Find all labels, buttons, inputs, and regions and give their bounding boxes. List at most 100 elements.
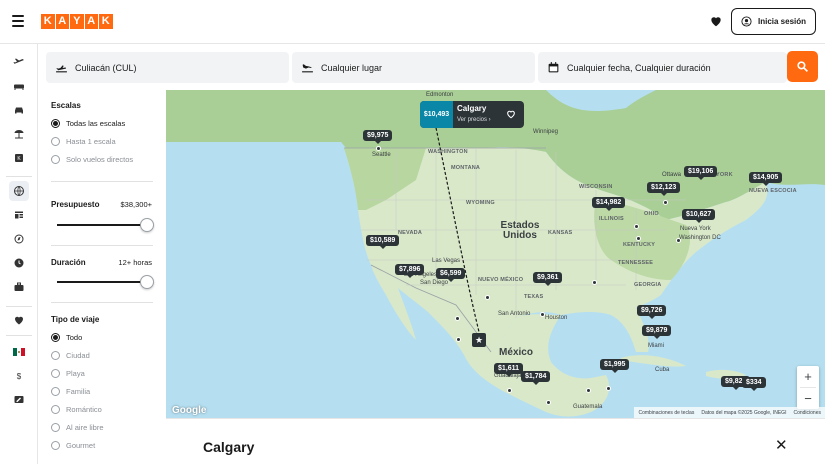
keyboard-shortcuts-link[interactable]: Combinaciones de teclas <box>638 410 694 416</box>
trip-type-option[interactable]: Romántico <box>51 405 102 414</box>
dates-field[interactable]: Cualquier fecha, Cualquier duración <box>538 52 787 83</box>
favorites-nav[interactable] <box>9 310 29 330</box>
feedback-nav[interactable] <box>9 390 29 410</box>
destination-dot[interactable] <box>636 236 641 241</box>
price-pin[interactable]: $9,361 <box>533 272 563 286</box>
trip-type-option[interactable]: Ciudad <box>51 351 90 360</box>
price-alerts-nav[interactable] <box>9 229 29 249</box>
zoom-in-button[interactable]: + <box>797 366 819 387</box>
heart-outline-icon[interactable] <box>506 109 516 119</box>
menu-icon[interactable] <box>12 15 24 27</box>
heart-icon[interactable] <box>709 14 723 28</box>
search-button[interactable] <box>787 51 818 82</box>
destination-dot[interactable] <box>606 386 611 391</box>
business-nav[interactable] <box>9 277 29 297</box>
destination-dot[interactable] <box>663 200 668 205</box>
duration-slider-track[interactable] <box>57 281 147 283</box>
packages-nav[interactable] <box>9 124 29 144</box>
destination-dot[interactable] <box>376 146 381 151</box>
price-pin[interactable]: $1,611 <box>494 363 524 377</box>
city-label: San Antonio <box>498 311 531 317</box>
price-pin[interactable]: $12,123 <box>647 182 681 196</box>
stops-option[interactable]: Hasta 1 escala <box>51 137 116 146</box>
car-rental-nav[interactable] <box>9 100 29 120</box>
flights-nav[interactable] <box>9 52 29 72</box>
top-bar: K A Y A K Inicia sesión <box>0 0 825 44</box>
budget-slider-track[interactable] <box>57 224 147 226</box>
price-pin[interactable]: $9,726 <box>637 305 667 319</box>
dates-value: Cualquier fecha, Cualquier duración <box>567 62 711 73</box>
explore-icon <box>14 234 24 244</box>
city-label: Miami <box>648 343 664 349</box>
destination-dot[interactable] <box>546 400 551 405</box>
destination-field[interactable]: Cualquier lugar <box>292 52 535 83</box>
origin-star-marker[interactable]: ★ <box>472 333 486 347</box>
logo-letter: Y <box>70 14 84 29</box>
trip-type-option[interactable]: Al aire libre <box>51 423 104 432</box>
destination-dot[interactable] <box>592 280 597 285</box>
city-label: Ottawa <box>662 172 682 178</box>
trip-type-option[interactable]: Familia <box>51 387 90 396</box>
price-pin[interactable]: $10,627 <box>682 209 716 223</box>
price-pin[interactable]: $14,982 <box>592 197 626 211</box>
history-nav[interactable] <box>9 253 29 273</box>
hotel-icon: K <box>15 154 23 162</box>
duration-value: 12+ horas <box>118 258 152 267</box>
destination-dot[interactable] <box>485 295 490 300</box>
close-icon[interactable]: ✕ <box>775 436 788 454</box>
user-icon <box>741 16 752 27</box>
price-pin[interactable]: $6,599 <box>436 268 466 282</box>
list-icon <box>15 211 23 219</box>
price-pin[interactable]: $14,905 <box>749 172 783 186</box>
takeoff-icon <box>56 65 67 73</box>
destination-dot[interactable] <box>676 238 681 243</box>
feedback-icon <box>14 396 24 403</box>
city-label: Winnipeg <box>533 129 559 135</box>
city-label: Guatemala <box>573 404 603 410</box>
trip-type-option[interactable]: Playa <box>51 369 85 378</box>
price-pin[interactable]: $7,896 <box>395 264 425 278</box>
stops-option[interactable]: Todas las escalas <box>51 119 125 128</box>
terms-link[interactable]: Condiciones <box>793 410 821 416</box>
kayak-logo[interactable]: K A Y A K <box>41 14 113 29</box>
currency-nav[interactable]: $ <box>9 366 29 386</box>
region-label: KENTUCKY <box>623 242 656 248</box>
region-label: WISCONSIN <box>579 184 613 190</box>
price-pin[interactable]: $19,106 <box>684 166 718 180</box>
budget-slider-thumb[interactable] <box>140 218 154 232</box>
explore-nav[interactable] <box>9 181 29 201</box>
trips-nav[interactable] <box>9 205 29 225</box>
selected-destination-popup[interactable]: $10,493 Calgary Ver precios › <box>420 101 524 128</box>
login-button[interactable]: Inicia sesión <box>731 8 816 35</box>
region-label: NEVADA <box>398 230 423 236</box>
cars-nav[interactable] <box>9 76 29 96</box>
price-pin[interactable]: $9,879 <box>642 325 672 339</box>
duration-slider-thumb[interactable] <box>140 275 154 289</box>
destination-dot[interactable] <box>634 224 639 229</box>
price-pin[interactable]: $1,784 <box>521 371 551 385</box>
destination-dot[interactable] <box>456 337 461 342</box>
popup-see-prices-link[interactable]: Ver precios › <box>457 117 491 123</box>
destination-dot[interactable] <box>507 388 512 393</box>
stops-option[interactable]: Solo vuelos directos <box>51 155 133 164</box>
logo-letter: A <box>55 14 69 29</box>
globe-icon <box>14 186 24 196</box>
trip-type-option[interactable]: Todo <box>51 333 82 342</box>
price-pin[interactable]: $1,995 <box>600 359 630 373</box>
price-pin[interactable]: $9,975 <box>363 130 393 144</box>
destination-dot[interactable] <box>540 312 545 317</box>
price-pin[interactable]: $10,589 <box>366 235 400 249</box>
explore-map[interactable]: WASHINGTON MONTANA WYOMING NEVADA NUEVO … <box>166 90 825 418</box>
price-pin[interactable]: $334 <box>742 377 766 391</box>
city-label: Seattle <box>372 152 391 158</box>
trip-type-option[interactable]: Gourmet <box>51 441 95 450</box>
google-logo: Google <box>172 405 207 416</box>
currency-icon: $ <box>17 372 22 381</box>
destination-dot[interactable] <box>455 316 460 321</box>
region-nav[interactable] <box>9 342 29 362</box>
destination-dot[interactable] <box>586 388 591 393</box>
hotels-nav[interactable]: K <box>9 148 29 168</box>
briefcase-icon <box>14 282 24 291</box>
origin-field[interactable]: Culiacán (CUL) <box>46 52 289 83</box>
zoom-out-button[interactable]: − <box>797 388 819 409</box>
